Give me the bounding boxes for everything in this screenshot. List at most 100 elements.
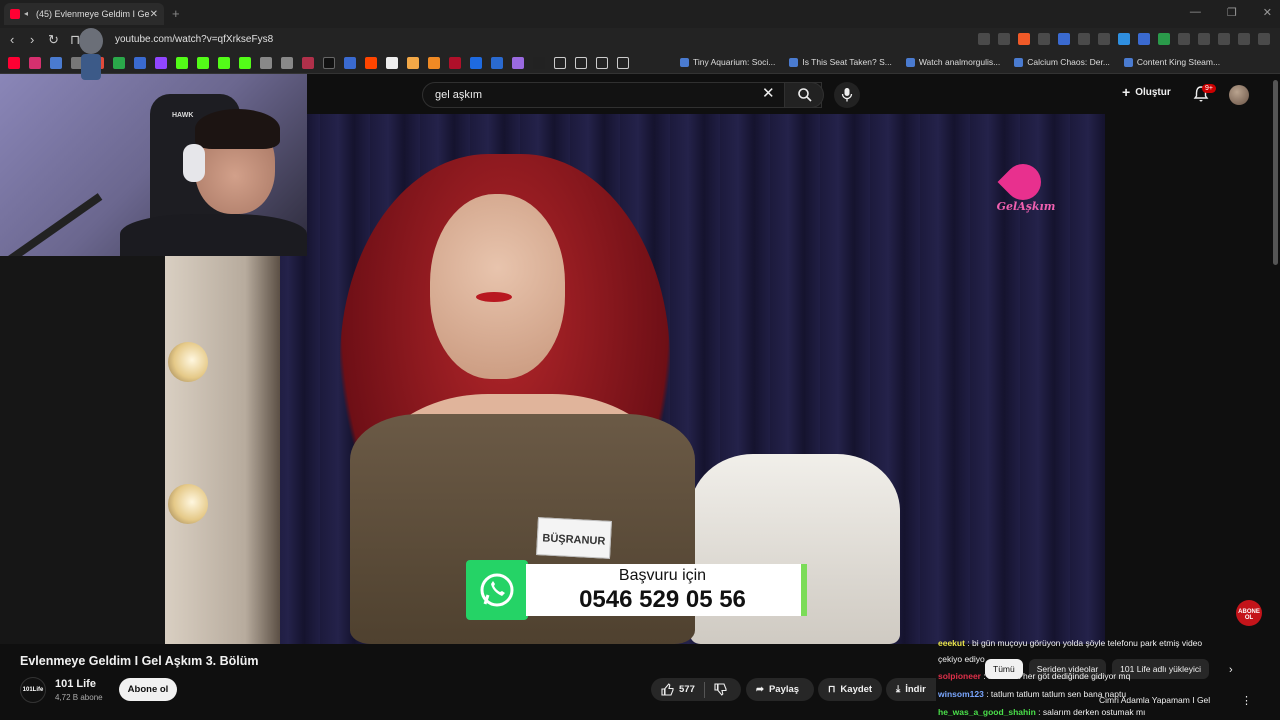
- new-tab-button[interactable]: +: [172, 6, 180, 21]
- mascot-figure: [75, 28, 107, 90]
- youtube-header: gel aşkım ✕ + Oluştur 9+: [307, 74, 1280, 114]
- bookmark-item[interactable]: Is This Seat Taken? S...: [789, 57, 892, 67]
- media-icon[interactable]: [1238, 33, 1250, 45]
- bookmarks-bar: Tiny Aquarium: Soci... Is This Seat Take…: [0, 52, 1280, 74]
- bookmark-icon[interactable]: [344, 57, 356, 69]
- bookmark-icon[interactable]: [449, 57, 461, 69]
- close-window-icon[interactable]: ✕: [1263, 6, 1272, 19]
- reload-icon[interactable]: ↻: [48, 32, 59, 48]
- bookmark-item[interactable]: Calcium Chaos: Der...: [1014, 57, 1110, 67]
- menu-icon[interactable]: [1258, 33, 1270, 45]
- reddit-bookmark-icon[interactable]: [365, 57, 377, 69]
- extension-icon[interactable]: [1158, 33, 1170, 45]
- bookmark-icon[interactable]: [50, 57, 62, 69]
- bookmark-label: Content King Steam...: [1136, 57, 1221, 67]
- extension-icon[interactable]: [1058, 33, 1070, 45]
- kick-bookmark-icon[interactable]: [176, 57, 188, 69]
- maximize-icon[interactable]: ❐: [1227, 6, 1237, 19]
- browser-tab[interactable]: ◂ (45) Evlenmeye Geldim I Gel A... ✕: [4, 3, 164, 25]
- bookmark-icon[interactable]: [239, 57, 251, 69]
- steam-icon: [1123, 57, 1133, 67]
- extension-icon[interactable]: [1138, 33, 1150, 45]
- extension-icon[interactable]: [1078, 33, 1090, 45]
- download-button[interactable]: ⤓ İndir: [886, 678, 936, 701]
- chevron-right-icon[interactable]: ›: [1229, 664, 1233, 676]
- thumbs-down-icon[interactable]: [714, 683, 727, 696]
- folder-icon[interactable]: [596, 57, 608, 69]
- whatsapp-icon: [466, 560, 528, 620]
- forward-icon[interactable]: ›: [30, 32, 34, 47]
- bookmark-icon[interactable]: [512, 57, 524, 69]
- extension-icon[interactable]: [1118, 33, 1130, 45]
- scrollbar[interactable]: [1273, 80, 1278, 265]
- bookmark-icon[interactable]: [533, 57, 545, 69]
- back-icon[interactable]: ‹: [10, 32, 14, 47]
- search-icon: [798, 88, 812, 102]
- bookmark-icon[interactable]: [302, 57, 314, 69]
- chat-text: Cimri Adamla Yapamam I Gel: [1099, 695, 1211, 705]
- channel-avatar[interactable]: 101Life: [20, 677, 46, 703]
- kick-bookmark-icon[interactable]: [197, 57, 209, 69]
- folder-icon[interactable]: [554, 57, 566, 69]
- create-button[interactable]: + Oluştur: [1122, 85, 1171, 99]
- like-count[interactable]: 577: [679, 684, 695, 695]
- channel-name[interactable]: 101 Life: [55, 678, 96, 690]
- bookmark-label: Is This Seat Taken? S...: [802, 57, 892, 67]
- extension-icon[interactable]: [1098, 33, 1110, 45]
- tab-close-icon[interactable]: ✕: [150, 9, 158, 20]
- bookmark-icon[interactable]: [470, 57, 482, 69]
- thumbs-up-icon[interactable]: [661, 683, 674, 696]
- bookmark-item[interactable]: Content King Steam...: [1123, 57, 1221, 67]
- account-avatar[interactable]: [1229, 85, 1249, 105]
- bookmark-icon[interactable]: [491, 57, 503, 69]
- search-button[interactable]: [784, 82, 824, 108]
- share-button[interactable]: ➦ Paylaş: [746, 678, 814, 701]
- makeup-mirror: [165, 254, 280, 644]
- mirror-bulb: [168, 484, 208, 524]
- window-controls: — ❐ ✕: [1190, 6, 1272, 19]
- extension-icons: [978, 33, 1270, 45]
- twitch-bookmark-icon[interactable]: [155, 57, 167, 69]
- download-label: İndir: [905, 684, 926, 695]
- chat-message: winsom123 : tatlum tatlum tatlum sen ban…: [938, 687, 1126, 701]
- brave-shield-icon[interactable]: [1018, 33, 1030, 45]
- drive-bookmark-icon[interactable]: [113, 57, 125, 69]
- divider: [703, 681, 705, 698]
- bookmark-item[interactable]: Watch analmorgulis...: [905, 57, 1000, 67]
- amazon-bookmark-icon[interactable]: [407, 57, 419, 69]
- save-button[interactable]: ⊓ Kaydet: [818, 678, 882, 701]
- url-field[interactable]: youtube.com/watch?v=qfXrkseFys8: [115, 34, 273, 45]
- folder-icon[interactable]: [575, 57, 587, 69]
- steam-icon: [680, 57, 689, 67]
- minimize-icon[interactable]: —: [1190, 6, 1201, 19]
- puzzle-icon[interactable]: [1198, 33, 1210, 45]
- streamer-hair: [195, 109, 280, 149]
- mascot-head: [79, 28, 103, 54]
- kick-bookmark-icon[interactable]: [218, 57, 230, 69]
- voice-search-button[interactable]: [834, 82, 860, 108]
- youtube-bookmark-icon[interactable]: [8, 57, 20, 69]
- chat-message: he_was_a_good_shahin : salarım derken os…: [938, 705, 1145, 719]
- subscriber-count: 4,72 B abone: [55, 693, 103, 702]
- extension-icon[interactable]: [1178, 33, 1190, 45]
- bookmark-icon[interactable]: [260, 57, 272, 69]
- bookmark-item[interactable]: Tiny Aquarium: Soci...: [680, 57, 775, 67]
- x-bookmark-icon[interactable]: [323, 57, 335, 69]
- extension-icon[interactable]: [1038, 33, 1050, 45]
- speaker-icon[interactable]: ◂: [24, 10, 32, 18]
- more-options-icon[interactable]: ⋮: [1241, 694, 1252, 707]
- bookmark-icon[interactable]: [281, 57, 293, 69]
- headset: [183, 144, 205, 182]
- subscribe-watermark[interactable]: ABONE OL: [1236, 600, 1262, 626]
- video-title: Evlenmeye Geldim I Gel Aşkım 3. Bölüm: [20, 654, 259, 668]
- share-icon[interactable]: [998, 33, 1010, 45]
- bookmark-icon[interactable]: [428, 57, 440, 69]
- sidebar-icon[interactable]: [1218, 33, 1230, 45]
- cast-icon[interactable]: [978, 33, 990, 45]
- bookmark-icon[interactable]: [386, 57, 398, 69]
- bookmark-icon[interactable]: [134, 57, 146, 69]
- subscribe-button[interactable]: Abone ol: [119, 678, 177, 701]
- instagram-bookmark-icon[interactable]: [29, 57, 41, 69]
- folder-icon[interactable]: [617, 57, 629, 69]
- clear-search-icon[interactable]: ✕: [762, 86, 775, 101]
